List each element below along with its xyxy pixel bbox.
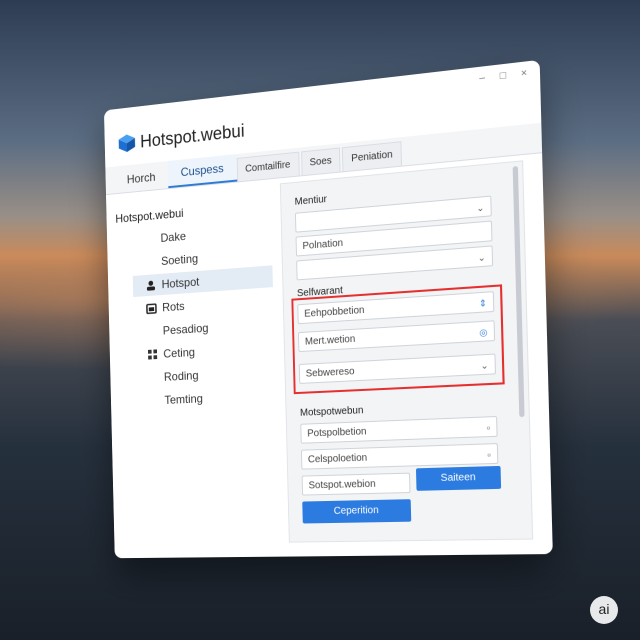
window-controls: – □ × <box>479 68 527 85</box>
sidebar-item-label: Roding <box>163 368 199 384</box>
section-label-mentiur: Mentiur <box>294 193 328 208</box>
sidebar: Hotspot.webui Dake Soeting Hotspot Rots … <box>115 198 276 415</box>
app-window: Hotspot.webui – □ × Horch Cuspess Comtai… <box>103 59 553 559</box>
close-button[interactable]: × <box>521 68 528 80</box>
saiteen-button[interactable]: Saiteen <box>415 465 502 491</box>
field-value: Celspoloetion <box>307 452 368 466</box>
info-icon: ◎ <box>479 326 488 338</box>
minimize-button[interactable]: – <box>479 72 485 84</box>
field-value: Potspolbetion <box>307 426 367 440</box>
sidebar-item-label: Soeting <box>160 251 199 269</box>
scene: Hotspot.webui – □ × Horch Cuspess Comtai… <box>0 0 640 640</box>
celspoloetion-field[interactable]: Celspoloetion ▫ <box>300 443 499 470</box>
panel-scrollbar[interactable] <box>512 165 525 418</box>
field-value: Polnation <box>302 237 344 253</box>
tab-cuspess[interactable]: Cuspess <box>167 154 237 189</box>
chevron-down-icon: ⌄ <box>480 360 489 371</box>
tab-comtailfire[interactable]: Comtailfire <box>236 151 300 182</box>
field-value: Mert.wetion <box>304 333 356 348</box>
settings-panel: Mentiur ⌄ Polnation ⌄ Selfwarant Eehpobb… <box>279 160 534 543</box>
grid-icon <box>147 349 158 360</box>
sidebar-item-label: Hotspot <box>161 274 200 292</box>
clear-icon: ▫ <box>487 449 491 461</box>
calendar-icon <box>146 302 157 314</box>
sidebar-item-label: Temting <box>164 391 203 407</box>
field-value: Sebwereso <box>305 366 355 380</box>
maximize-button[interactable]: □ <box>500 70 507 82</box>
sidebar-item-label: Ceting <box>163 345 196 361</box>
sidebar-item-label: Rots <box>162 299 185 315</box>
tab-peniation[interactable]: Peniation <box>342 141 403 172</box>
app-title: Hotspot.webui <box>139 120 245 152</box>
ceperition-button[interactable]: Ceperition <box>302 499 412 524</box>
potspolbetion-field[interactable]: Potspolbetion ▫ <box>300 415 498 444</box>
ai-badge: ai <box>590 596 618 624</box>
chevron-down-icon: ⌄ <box>477 252 486 264</box>
clear-icon: ▫ <box>486 422 491 434</box>
chevron-down-icon: ⌄ <box>476 202 485 214</box>
cube-logo-icon <box>118 133 136 153</box>
field-value: Sotspot.webion <box>308 478 376 492</box>
sidebar-item-label: Dake <box>160 229 187 245</box>
tab-horch[interactable]: Horch <box>114 163 168 193</box>
sotspot-webion-field[interactable]: Sotspot.webion <box>301 472 411 496</box>
user-icon <box>146 280 156 291</box>
sidebar-item-label: Pesadiog <box>162 320 209 338</box>
section-label-motspotwebun: Motspotwebun <box>299 405 364 419</box>
tab-soes[interactable]: Soes <box>300 147 341 176</box>
